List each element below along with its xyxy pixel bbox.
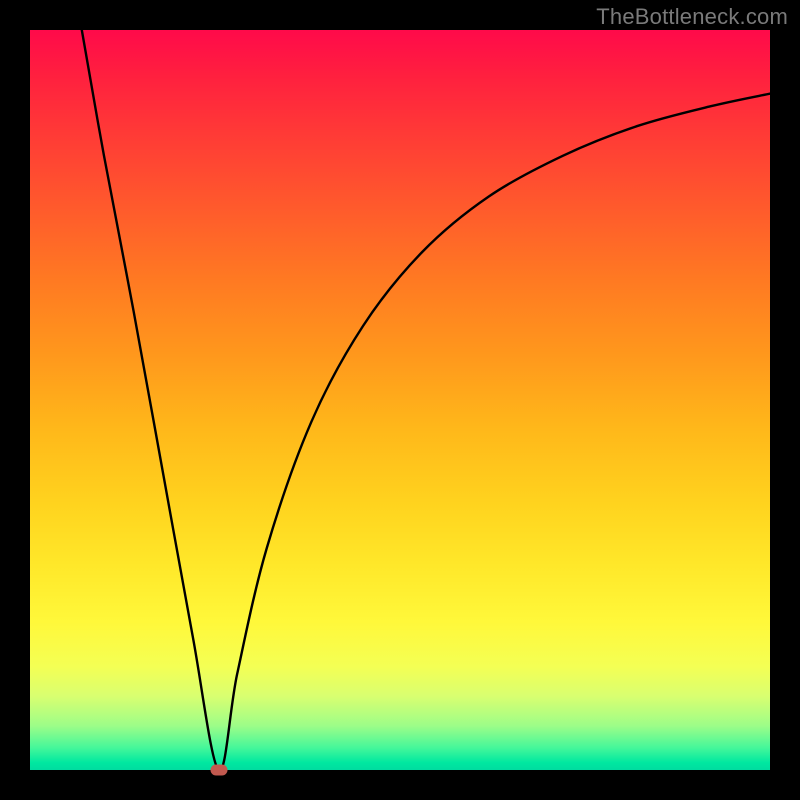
plot-area [30,30,770,770]
bottleneck-curve [30,30,770,770]
watermark-text: TheBottleneck.com [596,4,788,30]
chart-frame: TheBottleneck.com [0,0,800,800]
minimum-marker [210,765,227,776]
